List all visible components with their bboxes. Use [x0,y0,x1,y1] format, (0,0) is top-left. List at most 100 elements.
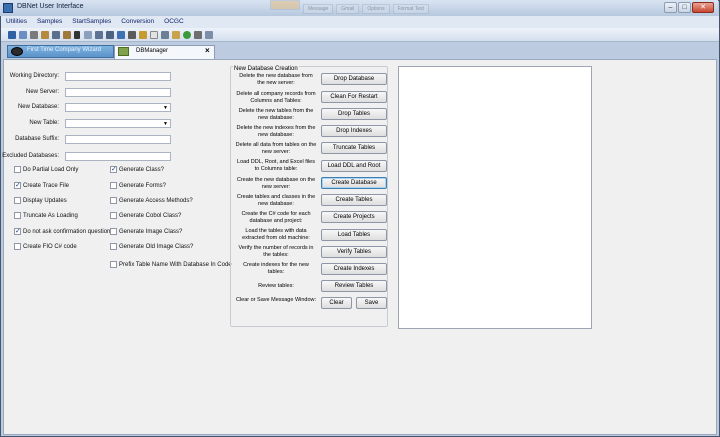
create-database-desc: Create the new database on the new serve… [236,177,316,190]
new-server-label: New Server: [25,89,59,95]
verify-tables-button[interactable]: Verify Tables [321,246,387,258]
create-indexes-button[interactable]: Create Indexes [321,263,387,275]
clean-restart-button[interactable]: Clean For Restart [321,91,387,103]
menu-bar: Utilities Samples StartSamples Conversion OC… [1,16,719,28]
database-icon [118,47,129,56]
message-window-desc: Clear or Save Message Window: [235,297,317,303]
chevron-down-icon: ▼ [163,105,168,111]
print-icon[interactable] [30,31,38,39]
new-table-dropdown[interactable]: ▼ [65,119,171,128]
replace-icon[interactable] [106,31,114,39]
maximize-button[interactable]: □ [678,2,691,13]
display-updates-label: Display Updates [23,198,67,204]
generate-cobol-label: Generate Cobol Class? [119,213,182,219]
create-tables-button[interactable]: Create Tables [321,194,387,206]
clear-button[interactable]: Clear [321,297,352,309]
menu-utilities[interactable]: Utilities [1,16,32,27]
document-icon[interactable] [150,31,158,39]
generate-forms-label: Generate Forms? [119,183,167,189]
delete-icon[interactable] [74,31,80,39]
prefix-table-checkbox[interactable] [110,261,117,268]
menu-conversion[interactable]: Conversion [116,16,159,27]
database-suffix-input[interactable] [65,135,171,144]
menu-samples[interactable]: Samples [32,16,67,27]
create-database-button[interactable]: Create Database [321,177,387,189]
create-tables-desc: Create tables and classes in the new dat… [236,194,316,207]
new-icon[interactable] [84,31,92,39]
generate-access-checkbox[interactable] [110,197,117,204]
tab-close-icon[interactable]: × [205,46,210,55]
message-output-box[interactable] [398,66,592,329]
minimize-button[interactable]: – [664,2,677,13]
window-icon[interactable] [117,31,125,39]
tab-dbmanager-label: DBManager [136,48,169,54]
prefix-table-label: Prefix Table Name With Database In Code [119,262,232,268]
close-window-button[interactable]: ✕ [692,2,714,13]
bg-tab: Format Text [392,4,429,14]
truncate-tables-button[interactable]: Truncate Tables [321,142,387,154]
create-indexes-desc: Create indexes for the new tables: [243,262,309,275]
cut-icon[interactable] [41,31,49,39]
trace-file-label: Create Trace File [23,183,70,189]
working-directory-input[interactable] [65,72,171,81]
generate-class-checkbox[interactable] [110,165,117,173]
fio-code-checkbox[interactable] [14,243,21,250]
link-icon[interactable] [172,31,180,39]
drop-indexes-button[interactable]: Drop Indexes [321,125,387,137]
load-ddl-desc: Load DDL, Root, and Excel files to Colum… [237,159,315,172]
tab-first-label: First Time Company Wizard [27,47,102,53]
database-suffix-label: Database Suffix: [15,136,59,142]
excluded-databases-input[interactable] [65,152,171,161]
help-icon[interactable] [205,31,213,39]
partial-load-checkbox[interactable] [14,166,21,173]
fio-code-label: Create FIO C# code [23,244,77,250]
bg-tab [270,0,300,10]
load-tables-desc: Load the tables with data extracted from… [242,228,310,241]
chevron-down-icon: ▼ [163,121,168,127]
display-updates-checkbox[interactable] [14,197,21,204]
create-projects-button[interactable]: Create Projects [321,211,387,223]
generate-image-checkbox[interactable] [110,228,117,235]
new-server-input[interactable] [65,88,171,97]
excluded-databases-label: Excluded Databases: [2,153,59,159]
create-projects-desc: Create the C# code for each database and… [241,211,311,224]
menu-ocgc[interactable]: OCGC [159,16,189,27]
truncate-loading-checkbox[interactable] [14,212,21,219]
wizard-icon [11,47,23,56]
open-icon[interactable] [19,31,27,39]
no-confirm-label: Do not ask confirmation questions [23,229,114,235]
truncate-loading-label: Truncate As Loading [23,213,78,219]
generate-cobol-checkbox[interactable] [110,212,117,219]
toolbar [1,28,719,42]
tools-icon[interactable] [194,31,202,39]
bg-tab: Options [362,4,390,14]
new-table-label: New Table: [29,120,59,126]
copy-icon[interactable] [52,31,60,39]
trace-file-checkbox[interactable] [14,181,21,189]
grid-icon[interactable] [161,31,169,39]
generate-old-image-checkbox[interactable] [110,243,117,250]
drop-tables-button[interactable]: Drop Tables [321,108,387,120]
find-icon[interactable] [95,31,103,39]
menu-startsamples[interactable]: StartSamples [67,16,116,27]
save-icon[interactable] [8,31,16,39]
generate-forms-checkbox[interactable] [110,182,117,189]
drop-tables-desc: Delete the new tables from the new datab… [238,108,314,121]
load-ddl-button[interactable]: Load DDL and Root [321,160,387,172]
bg-tab: Gmail [336,4,360,14]
bg-tab: Message [303,4,334,14]
new-database-dropdown[interactable]: ▼ [65,103,171,112]
save-button[interactable]: Save [356,297,387,309]
verify-tables-desc: Verify the number of records in the tabl… [238,245,314,258]
run-icon[interactable] [183,31,191,39]
load-tables-button[interactable]: Load Tables [321,229,387,241]
background-tabs: Message Gmail Options Format Text [270,0,560,14]
review-tables-button[interactable]: Review Tables [321,280,387,292]
export-icon[interactable] [128,31,136,39]
group-title: New Database Creation [233,66,299,72]
drop-database-button[interactable]: Drop Database [321,73,387,85]
paste-icon[interactable] [63,31,71,39]
refresh-icon[interactable] [139,31,147,39]
new-database-label: New Database: [17,104,59,110]
no-confirm-checkbox[interactable] [14,227,21,235]
